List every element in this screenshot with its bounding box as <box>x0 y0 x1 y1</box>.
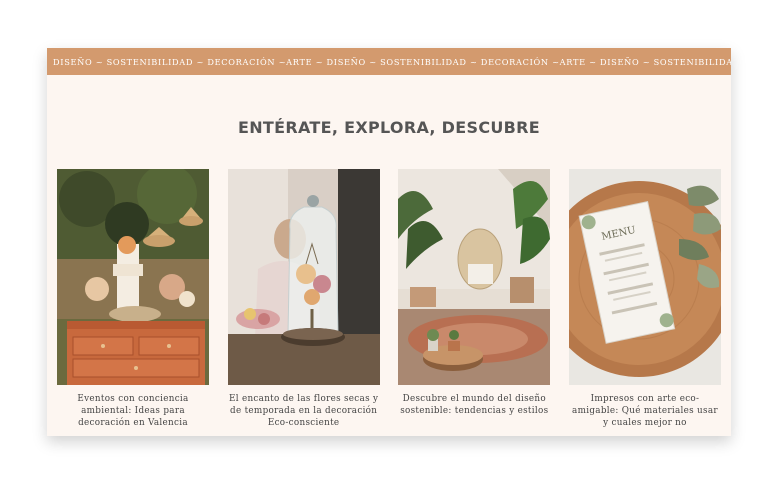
post-1-title[interactable]: Eventos con conciencia ambiental: Ideas … <box>57 393 209 429</box>
post-2-title[interactable]: El encanto de las flores secas y de temp… <box>228 393 380 429</box>
post-card-1[interactable]: Eventos con conciencia ambiental: Ideas … <box>57 169 209 429</box>
post-1-image[interactable] <box>57 169 209 385</box>
post-card-3[interactable]: Descubre el mundo del diseño sostenible:… <box>398 169 551 429</box>
section-heading: ENTÉRATE, EXPLORA, DESCUBRE <box>238 118 540 137</box>
post-2-image[interactable] <box>227 169 380 385</box>
blog-section: DISEÑO ~ SOSTENIBILIDAD ~ DECORACIÓN ~AR… <box>47 48 731 436</box>
topics-marquee-banner: DISEÑO ~ SOSTENIBILIDAD ~ DECORACIÓN ~AR… <box>47 48 731 75</box>
post-4-image[interactable]: MENU <box>568 169 721 385</box>
post-3-title[interactable]: Descubre el mundo del diseño sostenible:… <box>398 393 550 417</box>
post-3-image[interactable] <box>398 169 551 385</box>
post-card-4[interactable]: MENU Impresos con arte eco-amigable: Qué… <box>568 169 721 429</box>
marquee-text: DISEÑO ~ SOSTENIBILIDAD ~ DECORACIÓN ~AR… <box>53 56 731 67</box>
post-grid: Eventos con conciencia ambiental: Ideas … <box>57 169 721 429</box>
post-4-title[interactable]: Impresos con arte eco-amigable: Qué mate… <box>569 393 721 429</box>
post-card-2[interactable]: El encanto de las flores secas y de temp… <box>227 169 380 429</box>
